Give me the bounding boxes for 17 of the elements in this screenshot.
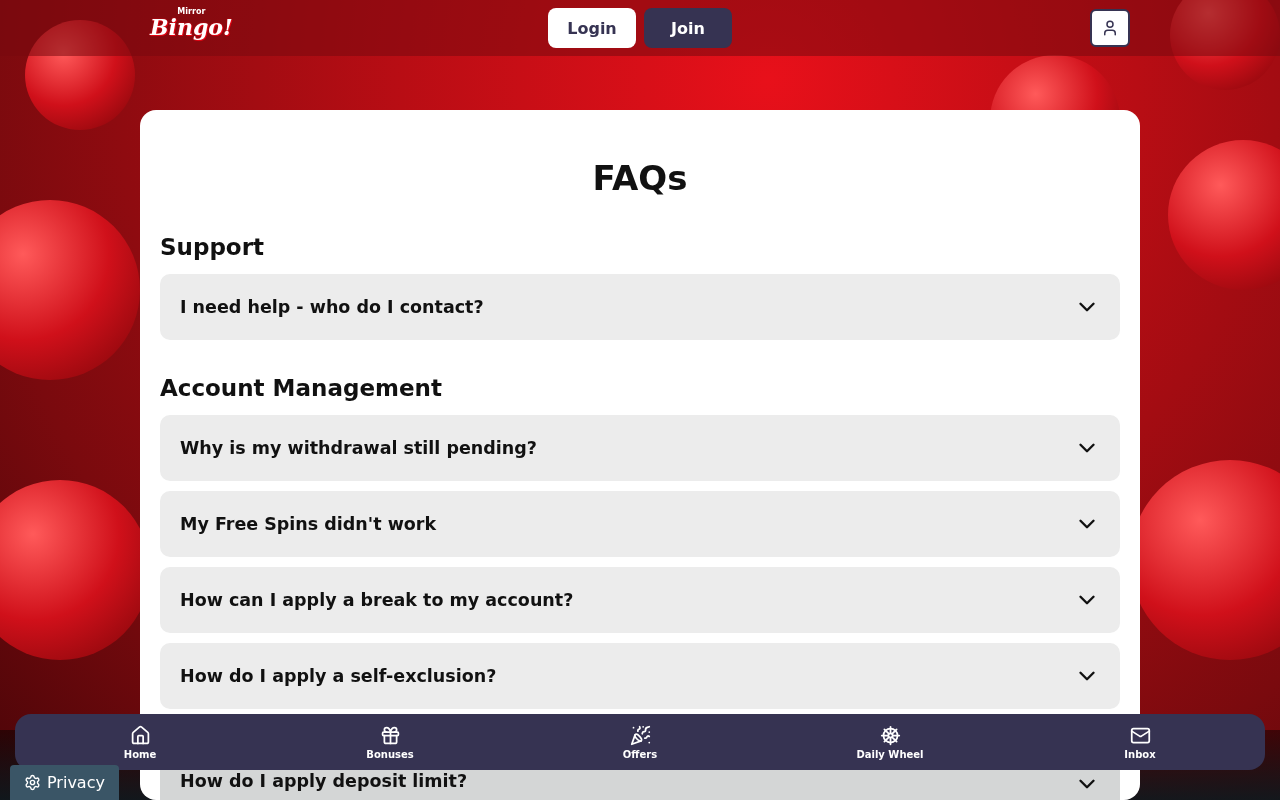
login-button[interactable]: Login bbox=[548, 8, 636, 48]
section-heading: Support bbox=[160, 233, 265, 261]
logo[interactable]: Mirror Bingo! bbox=[150, 8, 233, 38]
nav-item[interactable]: Home bbox=[80, 724, 200, 760]
faq-question[interactable]: How do I apply a self-exclusion? bbox=[160, 643, 1120, 709]
nav-item[interactable]: Daily Wheel bbox=[830, 724, 950, 760]
nav-item[interactable]: Inbox bbox=[1080, 724, 1200, 760]
nav-item[interactable]: Bonuses bbox=[330, 724, 450, 760]
faq-question[interactable]: My Free Spins didn't work bbox=[160, 491, 1120, 557]
nav-item[interactable]: Offers bbox=[580, 724, 700, 760]
join-button[interactable]: Join bbox=[644, 8, 732, 48]
privacy-button[interactable]: Privacy bbox=[10, 765, 119, 800]
faq-question[interactable]: How can I apply a break to my account? bbox=[160, 567, 1120, 633]
page-title: FAQs bbox=[591, 158, 689, 198]
section-heading: Account Management bbox=[160, 374, 443, 402]
faq-question[interactable]: Why is my withdrawal still pending? bbox=[160, 415, 1120, 481]
faq-question[interactable]: I need help - who do I contact? bbox=[160, 274, 1120, 340]
